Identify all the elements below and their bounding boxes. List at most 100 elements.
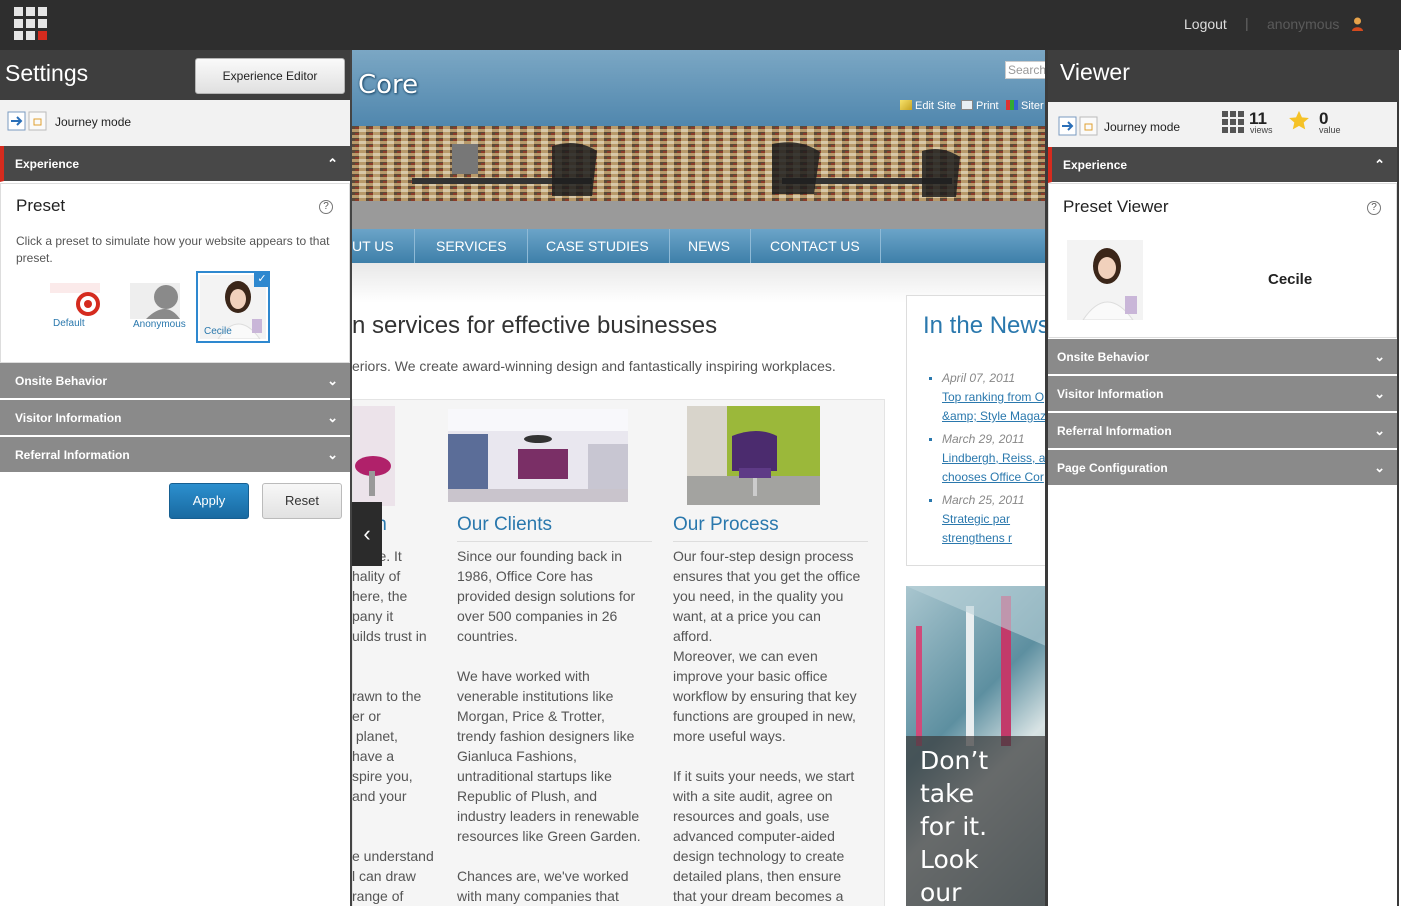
viewer-visitor-information-section[interactable]: Visitor Information ⌄ xyxy=(1048,376,1397,412)
process-text: Our four-step design process ensures tha… xyxy=(673,548,861,904)
site-logo[interactable]: Core xyxy=(358,70,418,100)
settings-panel: Settings Experience Editor Journey mode … xyxy=(0,50,352,906)
journey-mode-icon xyxy=(7,111,47,131)
referral-information-label: Referral Information xyxy=(15,448,130,462)
journey-mode-row[interactable]: Journey mode xyxy=(0,100,350,146)
chevron-down-icon: ⌄ xyxy=(327,447,338,462)
promo-banner[interactable]: Don’t take for it. Look our clients Offi… xyxy=(906,586,1046,906)
onsite-behavior-label: Onsite Behavior xyxy=(15,374,108,388)
printer-icon xyxy=(961,100,973,110)
preset-anonymous-label: Anonymous xyxy=(133,319,186,330)
experience-section-header[interactable]: Experience ⌃ xyxy=(0,146,350,182)
reset-button[interactable]: Reset xyxy=(262,483,342,519)
process-title[interactable]: Our Process xyxy=(673,514,779,536)
clients-text: Since our founding back in 1986, Office … xyxy=(457,548,641,904)
news-link[interactable]: Strategic par xyxy=(942,510,1010,529)
apply-button[interactable]: Apply xyxy=(169,483,249,519)
nav-contact-us[interactable]: CONTACT US xyxy=(750,229,881,263)
design-thumbnail xyxy=(353,406,395,506)
print-label: Print xyxy=(976,100,999,112)
clients-title[interactable]: Our Clients xyxy=(457,514,552,536)
edit-site-link[interactable]: Edit Site xyxy=(900,100,956,112)
chevron-down-icon: ⌄ xyxy=(1374,460,1385,475)
hero-banner-image xyxy=(352,126,1046,229)
referral-information-section[interactable]: Referral Information ⌄ xyxy=(0,437,350,473)
design-text: nique. It hality of here, the pany it ui… xyxy=(352,548,434,904)
nav-news[interactable]: NEWS xyxy=(668,229,751,263)
journey-mode-label: Journey mode xyxy=(55,115,132,129)
news-link[interactable]: Lindbergh, Reiss, a xyxy=(942,449,1045,468)
bullet-icon xyxy=(929,377,932,380)
nav-case-studies[interactable]: CASE STUDIES xyxy=(526,229,670,263)
site-search-input[interactable]: Search xyxy=(1005,61,1046,79)
chevron-down-icon: ⌄ xyxy=(1374,423,1385,438)
visitor-information-section[interactable]: Visitor Information ⌄ xyxy=(0,400,350,436)
bullet-icon xyxy=(929,438,932,441)
preset-panel: Preset ? Click a preset to simulate how … xyxy=(0,183,350,363)
chevron-up-icon: ⌃ xyxy=(327,156,338,171)
print-link[interactable]: Print xyxy=(961,100,999,112)
journey-mode-icon xyxy=(1058,116,1098,136)
viewer-referral-information-section[interactable]: Referral Information ⌄ xyxy=(1048,413,1397,449)
preset-viewer-title: Preset Viewer xyxy=(1063,197,1169,216)
visitor-name: Cecile xyxy=(1268,271,1313,288)
top-bar: Logout | anonymous xyxy=(0,0,1401,50)
chevron-down-icon: ⌄ xyxy=(327,410,338,425)
settings-title: Settings xyxy=(5,60,89,86)
preset-cecile-label: Cecile xyxy=(204,326,232,337)
views-grid-icon xyxy=(1222,111,1244,133)
viewer-visitor-information-label: Visitor Information xyxy=(1057,387,1164,401)
nav-services[interactable]: SERVICES xyxy=(416,229,528,263)
viewer-title: Viewer xyxy=(1060,59,1130,85)
viewer-journey-mode-row[interactable]: Journey mode 11 views 0 value xyxy=(1048,102,1397,148)
viewer-referral-information-label: Referral Information xyxy=(1057,424,1172,438)
viewer-onsite-behavior-section[interactable]: Onsite Behavior ⌄ xyxy=(1048,339,1397,375)
news-date: March 29, 2011 xyxy=(942,432,1025,446)
viewer-page-configuration-section[interactable]: Page Configuration ⌄ xyxy=(1048,450,1397,486)
news-link[interactable]: Top ranking from O xyxy=(942,388,1044,407)
chevron-up-icon: ⌃ xyxy=(1374,157,1385,172)
page-headline: n services for effective businesses xyxy=(352,312,718,339)
divider xyxy=(673,541,868,542)
preset-viewer-panel: Preset Viewer ? Cecile xyxy=(1048,183,1397,338)
sitemap-icon xyxy=(1006,100,1018,110)
preset-title: Preset xyxy=(16,196,66,215)
news-link[interactable]: &amp; Style Magaz xyxy=(942,407,1046,426)
page-subheading: eriors. We create award-winning design a… xyxy=(352,358,836,374)
chevron-left-icon: ‹ xyxy=(363,521,371,546)
chevron-down-icon: ⌄ xyxy=(1374,386,1385,401)
sitemap-link[interactable]: Siter xyxy=(1006,100,1044,112)
process-thumbnail xyxy=(687,406,820,505)
help-icon[interactable]: ? xyxy=(1367,201,1381,215)
app-launcher-icon[interactable] xyxy=(14,7,47,40)
edit-site-label: Edit Site xyxy=(915,100,956,112)
website-preview: Core Search Edit Site Print Siter UT US … xyxy=(352,50,1046,906)
promo-image xyxy=(906,586,1046,746)
viewer-page-configuration-label: Page Configuration xyxy=(1057,461,1168,475)
user-name[interactable]: anonymous xyxy=(1267,16,1339,32)
onsite-behavior-section[interactable]: Onsite Behavior ⌄ xyxy=(0,363,350,399)
preset-default[interactable]: Default xyxy=(50,283,100,333)
viewer-experience-section[interactable]: Experience ⌃ xyxy=(1048,147,1397,183)
news-link[interactable]: chooses Office Cor xyxy=(942,468,1044,487)
star-icon xyxy=(1289,110,1309,130)
bullet-icon xyxy=(929,499,932,502)
preset-default-label: Default xyxy=(53,318,85,329)
visitor-information-label: Visitor Information xyxy=(15,411,122,425)
preset-anonymous[interactable]: Anonymous xyxy=(130,283,186,333)
nav-about-us[interactable]: UT US xyxy=(352,229,415,263)
divider xyxy=(457,541,652,542)
sitemap-label: Siter xyxy=(1021,100,1044,112)
experience-section-label: Experience xyxy=(15,157,80,171)
news-link[interactable]: strengthens r xyxy=(942,529,1012,548)
experience-editor-button[interactable]: Experience Editor xyxy=(195,58,345,94)
logout-link[interactable]: Logout xyxy=(1184,16,1227,32)
news-date: April 07, 2011 xyxy=(942,371,1016,385)
help-icon[interactable]: ? xyxy=(319,200,333,214)
carousel-prev-button[interactable]: ‹ xyxy=(352,502,382,566)
preset-cecile-selected[interactable]: Cecile ✓ xyxy=(196,271,270,343)
settings-header: Settings Experience Editor xyxy=(0,50,350,100)
anonymous-preset-icon xyxy=(130,283,180,319)
news-date: March 25, 2011 xyxy=(942,493,1025,507)
views-label: views xyxy=(1250,125,1273,135)
